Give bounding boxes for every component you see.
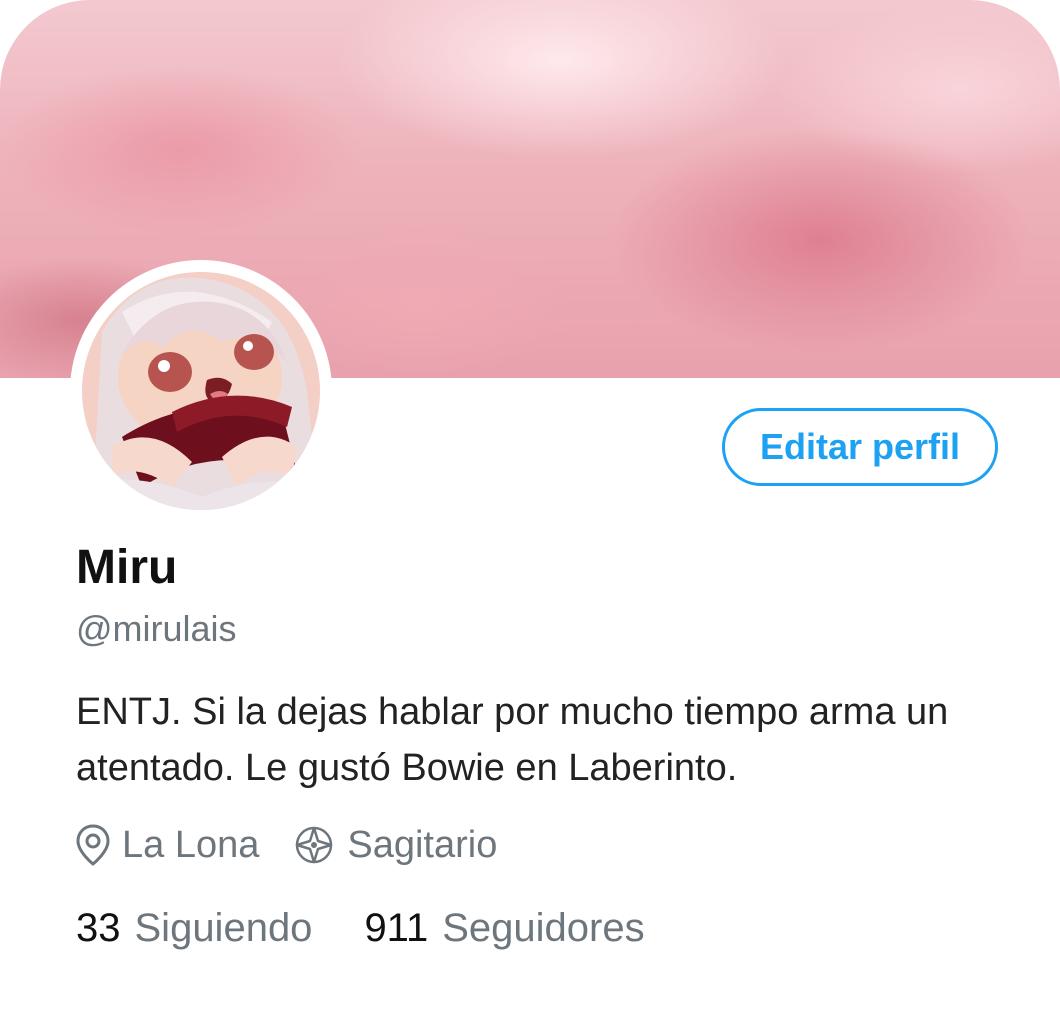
zodiac-text: Sagitario	[347, 823, 498, 866]
followers-link[interactable]: 911 Seguidores	[364, 906, 644, 951]
edit-profile-button[interactable]: Editar perfil	[722, 408, 998, 486]
location-text: La Lona	[122, 823, 260, 866]
avatar[interactable]	[82, 272, 320, 510]
username-handle: @mirulais	[76, 608, 237, 649]
following-label: Siguiendo	[134, 905, 313, 950]
followers-count: 911	[364, 905, 429, 950]
location-item: La Lona	[76, 824, 259, 867]
following-link[interactable]: 33 Siguiendo	[76, 906, 312, 951]
profile-bio: ENTJ. Si la dejas hablar por mucho tiemp…	[76, 691, 949, 789]
compass-star-icon	[296, 826, 333, 864]
avatar-illustration	[82, 272, 320, 510]
map-pin-icon	[76, 824, 110, 866]
profile-meta: La Lona Sagitario	[76, 818, 531, 872]
follow-stats: 33 Siguiendo 911 Seguidores	[76, 900, 697, 956]
display-name: Miru	[76, 541, 178, 594]
zodiac-item: Sagitario	[293, 824, 497, 867]
profile-card: Editar perfil Miru @mirulais ENTJ. Si la…	[0, 0, 1060, 1032]
following-count: 33	[76, 905, 121, 950]
followers-label: Seguidores	[442, 905, 645, 950]
